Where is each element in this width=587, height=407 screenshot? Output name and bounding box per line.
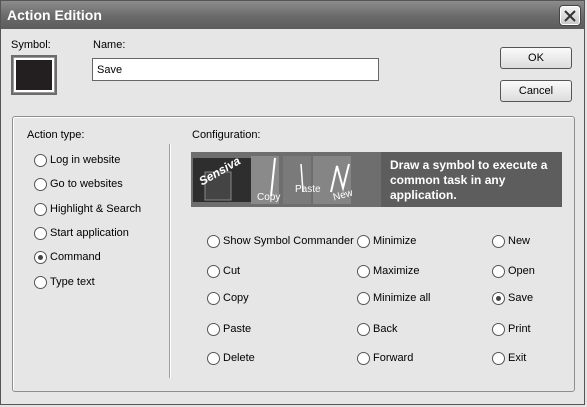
configuration-banner: Sensiva Copy Paste New Draw a symbol to …	[191, 152, 562, 207]
radio-button[interactable]	[357, 265, 370, 278]
config-option-label: Delete	[223, 352, 255, 364]
config-option-label: Open	[508, 265, 535, 277]
action-type-label-text: Highlight & Search	[50, 203, 142, 215]
radio-button[interactable]	[207, 292, 220, 305]
action-type-label-text: Type text	[50, 276, 95, 288]
title-bar: Action Edition	[1, 1, 584, 29]
banner-copy-label: Copy	[257, 192, 281, 203]
radio-button[interactable]	[34, 154, 47, 167]
config-option-label: Back	[373, 323, 398, 335]
config-option-label: Forward	[373, 352, 414, 364]
action-edition-dialog: Action Edition Symbol: Name: OK Cancel A…	[0, 0, 585, 405]
symbol-label: Symbol:	[11, 39, 51, 51]
radio-button[interactable]	[492, 323, 505, 336]
radio-button[interactable]	[207, 235, 220, 248]
config-option-label: Show Symbol Commander	[223, 235, 354, 247]
ok-button[interactable]: OK	[500, 47, 572, 69]
action-type-label-text: Command	[50, 251, 101, 263]
window-title: Action Edition	[7, 7, 102, 23]
action-type-label-text: Start application	[50, 227, 129, 239]
radio-button[interactable]	[207, 352, 220, 365]
config-option-label: Cut	[223, 265, 241, 277]
config-option-label: Minimize all	[373, 292, 431, 304]
config-option-label: Paste	[223, 323, 252, 335]
name-label: Name:	[93, 39, 126, 51]
panel-divider	[169, 144, 170, 378]
config-option-label: Exit	[508, 352, 527, 364]
radio-button[interactable]	[34, 203, 47, 216]
name-input[interactable]	[92, 58, 379, 81]
banner-illustration	[191, 152, 381, 207]
radio-button[interactable]	[357, 235, 370, 248]
radio-button[interactable]	[207, 265, 220, 278]
radio-button[interactable]	[357, 352, 370, 365]
cancel-button[interactable]: Cancel	[500, 80, 572, 102]
radio-button[interactable]	[34, 251, 47, 264]
config-option-label: Print	[508, 323, 531, 335]
radio-button[interactable]	[34, 276, 47, 289]
config-option-label: Minimize	[373, 235, 417, 247]
radio-button[interactable]	[357, 292, 370, 305]
config-option-label: Save	[508, 292, 534, 304]
radio-button[interactable]	[34, 178, 47, 191]
radio-button[interactable]	[492, 352, 505, 365]
radio-button[interactable]	[492, 265, 505, 278]
banner-paste-label: Paste	[295, 184, 321, 195]
config-option-label: Copy	[223, 292, 249, 304]
radio-button[interactable]	[492, 235, 505, 248]
action-type-label-text: Log in website	[50, 154, 121, 166]
symbol-preview[interactable]	[11, 55, 57, 95]
radio-button[interactable]	[357, 323, 370, 336]
radio-button[interactable]	[492, 292, 505, 305]
configuration-label: Configuration:	[192, 129, 261, 141]
action-type-label: Action type:	[27, 129, 85, 141]
radio-button[interactable]	[207, 323, 220, 336]
banner-text: Draw a symbol to execute a common task i…	[390, 158, 548, 202]
close-icon	[564, 10, 576, 22]
radio-button[interactable]	[34, 227, 47, 240]
config-option-label: New	[508, 235, 531, 247]
action-type-label-text: Go to websites	[50, 178, 123, 190]
close-button[interactable]	[560, 6, 580, 25]
config-option-label: Maximize	[373, 265, 420, 277]
